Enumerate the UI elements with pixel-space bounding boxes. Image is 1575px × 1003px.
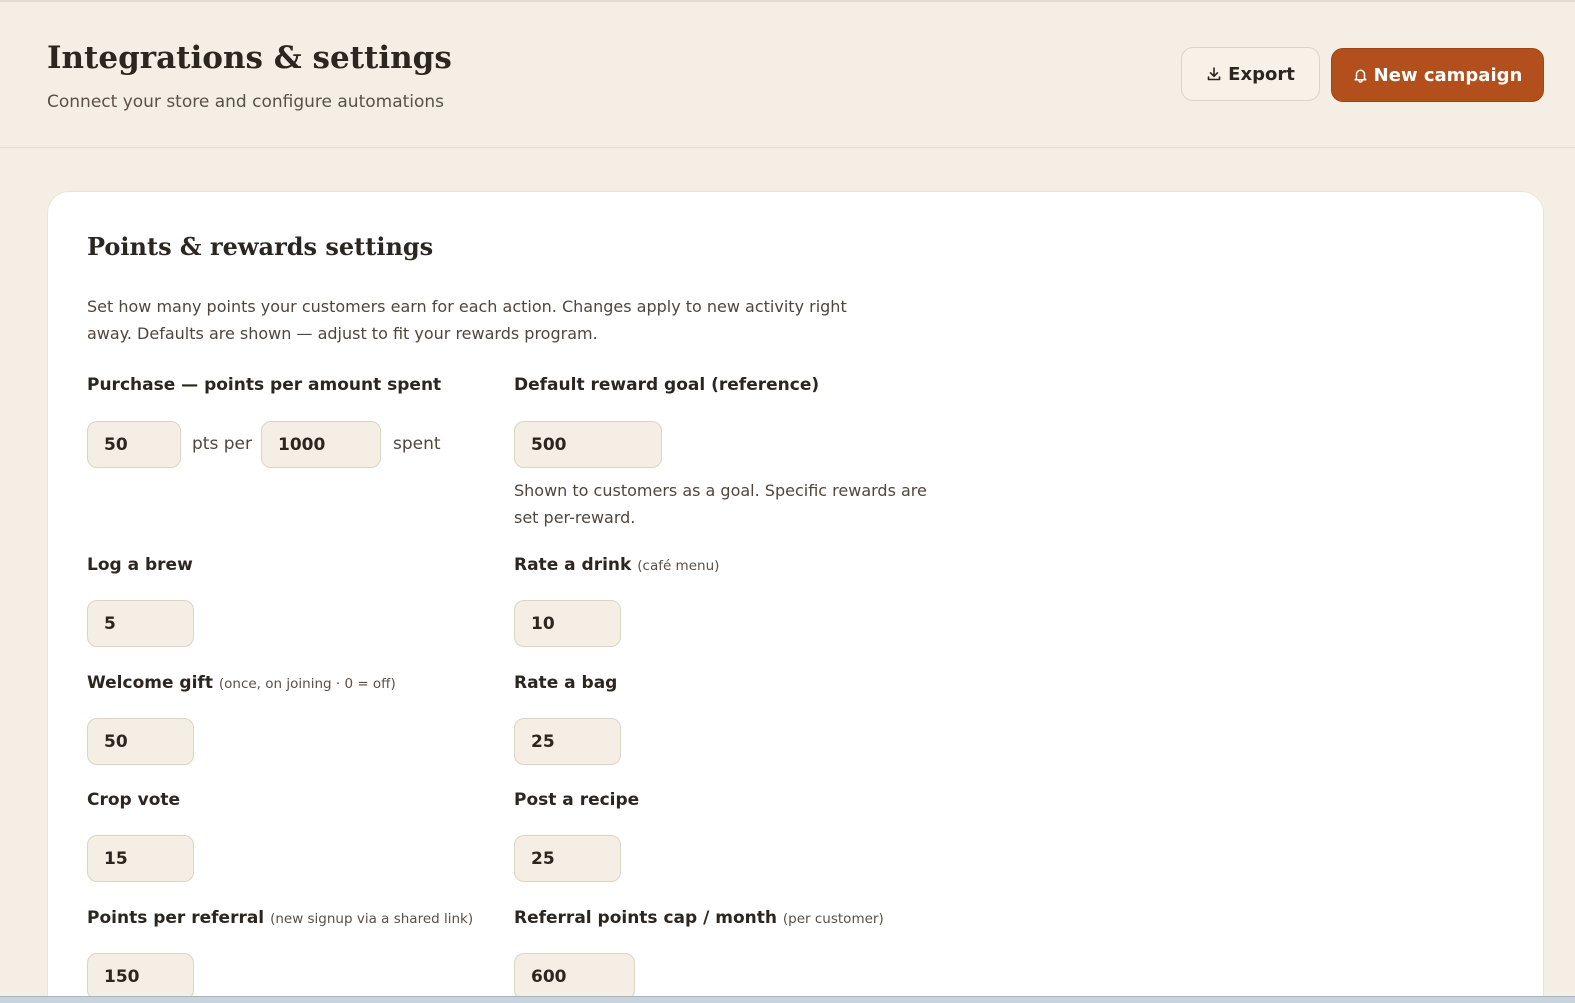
- export-label: Export: [1228, 63, 1295, 85]
- purchase-label: Purchase — points per amount spent: [87, 375, 442, 395]
- crop-vote-input[interactable]: [87, 835, 194, 882]
- new-campaign-label: New campaign: [1373, 64, 1523, 86]
- section-description: Set how many points your customers earn …: [87, 297, 847, 343]
- page-subtitle: Connect your store and configure automat…: [47, 92, 445, 112]
- rate-drink-hint: (café menu): [637, 558, 720, 574]
- export-button[interactable]: Export: [1181, 47, 1320, 101]
- page-title: Integrations & settings: [47, 40, 452, 76]
- welcome-gift-label-text: Welcome gift: [87, 673, 213, 693]
- section-title: Points & rewards settings: [87, 232, 434, 261]
- new-campaign-button[interactable]: New campaign: [1331, 48, 1544, 102]
- page-header: Integrations & settings Connect your sto…: [0, 2, 1575, 148]
- pts-per-text: pts per: [192, 434, 252, 454]
- post-recipe-input[interactable]: [514, 835, 621, 882]
- crop-vote-label-text: Crop vote: [87, 790, 181, 810]
- purchase-amount-input[interactable]: [261, 421, 381, 468]
- purchase-points-input[interactable]: [87, 421, 181, 468]
- welcome-gift-input[interactable]: [87, 718, 194, 765]
- welcome-gift-hint: (once, on joining · 0 = off): [218, 676, 396, 692]
- window-bottom-bar: [0, 996, 1575, 1003]
- referral-cap-input[interactable]: [514, 953, 635, 1000]
- post-recipe-label-text: Post a recipe: [514, 790, 640, 810]
- crop-vote-label: Crop vote: [87, 790, 180, 810]
- referral-points-label: Points per referral (new signup via a sh…: [87, 908, 473, 928]
- rate-bag-label-text: Rate a bag: [514, 673, 618, 693]
- referral-points-label-text: Points per referral: [87, 908, 265, 928]
- spent-text: spent: [393, 434, 441, 454]
- rate-bag-input[interactable]: [514, 718, 621, 765]
- referral-cap-hint: (per customer): [782, 911, 884, 927]
- welcome-gift-label: Welcome gift (once, on joining · 0 = off…: [87, 673, 396, 693]
- rate-drink-label: Rate a drink (café menu): [514, 555, 719, 575]
- referral-points-input[interactable]: [87, 953, 194, 1000]
- reward-goal-label: Default reward goal (reference): [514, 375, 820, 395]
- rate-drink-label-text: Rate a drink: [514, 555, 632, 575]
- log-brew-label: Log a brew: [87, 555, 193, 575]
- bell-icon: [1354, 69, 1367, 83]
- rate-bag-label: Rate a bag: [514, 673, 617, 693]
- reward-goal-help: Shown to customers as a goal. Specific r…: [514, 481, 927, 527]
- points-settings-card: Points & rewards settings Set how many p…: [47, 191, 1544, 1003]
- reward-goal-input[interactable]: [514, 421, 662, 468]
- rate-drink-input[interactable]: [514, 600, 621, 647]
- download-icon: [1207, 67, 1221, 81]
- referral-points-hint: (new signup via a shared link): [270, 911, 474, 927]
- log-brew-label-text: Log a brew: [87, 555, 193, 575]
- referral-cap-label: Referral points cap / month (per custome…: [514, 908, 884, 928]
- referral-cap-label-text: Referral points cap / month: [514, 908, 777, 928]
- log-brew-input[interactable]: [87, 600, 194, 647]
- post-recipe-label: Post a recipe: [514, 790, 639, 810]
